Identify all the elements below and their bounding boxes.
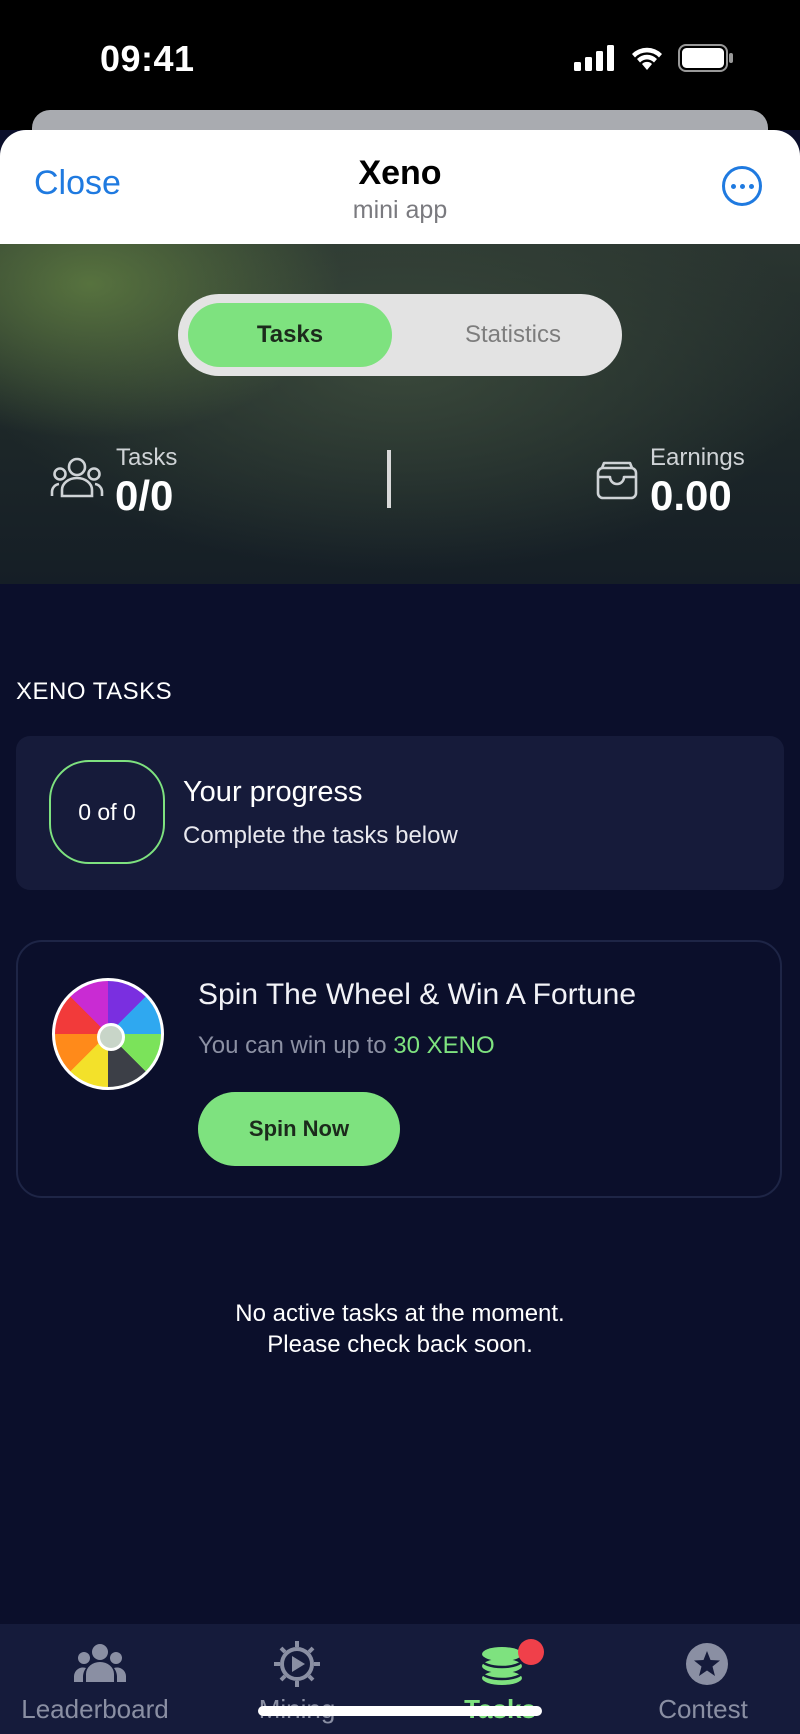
spin-now-button[interactable]: Spin Now — [198, 1092, 400, 1166]
status-time: 09:41 — [100, 38, 195, 79]
cellular-signal-icon — [574, 45, 614, 71]
progress-subtitle: Complete the tasks below — [183, 822, 458, 849]
spin-wheel-card: Spin The Wheel & Win A Fortune You can w… — [16, 940, 782, 1198]
spin-title: Spin The Wheel & Win A Fortune — [198, 978, 637, 1011]
wheel-hub — [97, 1023, 125, 1051]
wifi-icon — [632, 47, 662, 70]
app-subtitle: mini app — [352, 196, 448, 224]
section-title: XENO TASKS — [16, 678, 173, 705]
status-icons — [574, 44, 734, 72]
empty-state-line2: Please check back soon. — [267, 1331, 533, 1358]
users-icon — [74, 1644, 126, 1682]
app-title: Xeno — [358, 154, 442, 192]
tab-statistics[interactable]: Statistics — [414, 303, 612, 367]
spin-amount: 30 XENO — [393, 1032, 495, 1059]
stats-divider — [387, 450, 391, 508]
fortune-wheel-icon — [52, 978, 164, 1090]
bottom-nav: Leaderboard Mining Tasks — [0, 1624, 800, 1734]
empty-state: No active tasks at the moment. Please ch… — [0, 1298, 800, 1360]
home-indicator — [258, 1706, 542, 1716]
nav-item-tasks[interactable]: Tasks — [400, 1624, 600, 1734]
stats-hero: Tasks Statistics Tasks 0/0 Earnings 0.00 — [0, 244, 800, 584]
notification-badge — [518, 1639, 544, 1665]
nav-item-contest[interactable]: Contest — [603, 1624, 800, 1734]
more-options-icon[interactable] — [722, 166, 762, 206]
mini-app-header: Close Xeno mini app — [0, 130, 800, 244]
progress-pill: 0 of 0 — [49, 760, 165, 864]
progress-title: Your progress — [183, 776, 363, 808]
nav-item-mining[interactable]: Mining — [197, 1624, 397, 1734]
nav-label-leaderboard: Leaderboard — [21, 1694, 169, 1724]
nav-label-contest: Contest — [658, 1694, 748, 1724]
empty-state-line1: No active tasks at the moment. — [235, 1300, 565, 1327]
star-icon — [686, 1643, 728, 1685]
nav-item-leaderboard[interactable]: Leaderboard — [0, 1624, 200, 1734]
spin-subtitle-prefix: You can win up to — [198, 1032, 387, 1059]
progress-card: 0 of 0 Your progress Complete the tasks … — [16, 736, 784, 890]
wallet-icon — [596, 461, 638, 500]
people-icon — [50, 457, 104, 498]
tasks-stat-label: Tasks — [116, 444, 178, 471]
segmented-control: Tasks Statistics — [178, 294, 622, 376]
battery-icon — [678, 44, 733, 72]
tab-tasks[interactable]: Tasks — [188, 303, 392, 367]
mining-gear-icon — [274, 1641, 320, 1687]
earnings-stat-label: Earnings — [650, 444, 745, 471]
tasks-stat-value: 0/0 — [115, 472, 174, 519]
earnings-stat-value: 0.00 — [650, 472, 732, 519]
spin-subtitle: You can win up to 30 XENO — [198, 1032, 495, 1060]
